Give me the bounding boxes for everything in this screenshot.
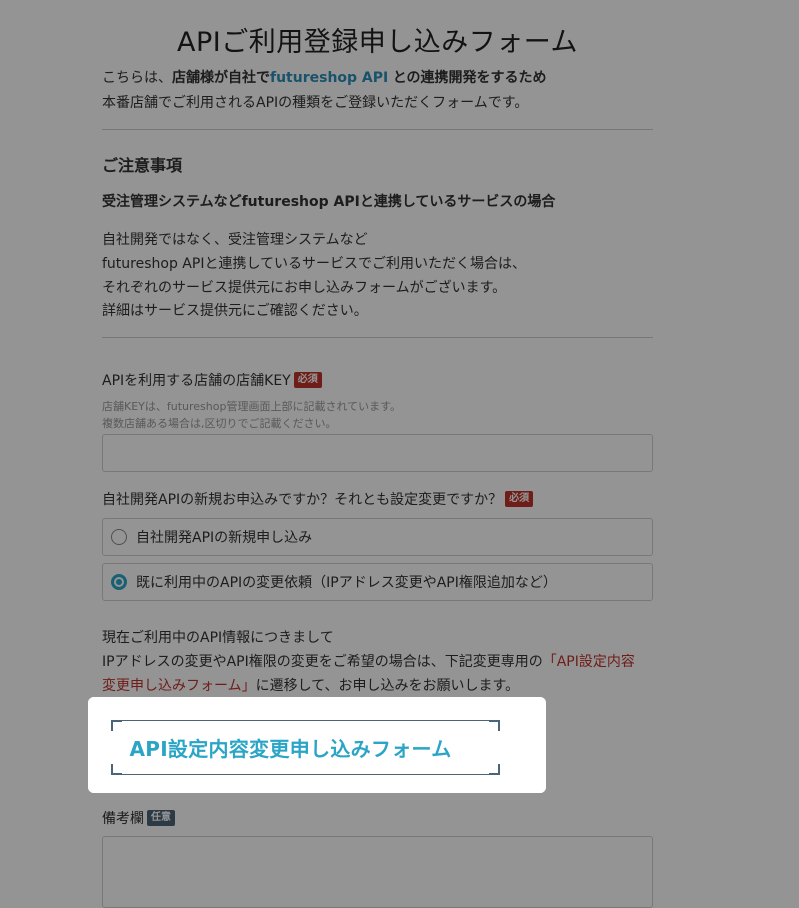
intro-prefix: こちらは、 [102, 70, 172, 86]
radio-label: 既に利用中のAPIの変更依頼（IPアドレス変更やAPI権限追加など） [136, 575, 557, 591]
notice-line: futureshop APIと連携しているサービスでご利用いただく場合は、 [102, 256, 527, 272]
notice-heading: ご注意事項 [102, 156, 183, 175]
store-key-input[interactable] [102, 434, 653, 472]
radio-label: 自社開発APIの新規申し込み [136, 530, 313, 546]
notice-line: 自社開発ではなく、受注管理システムなど [102, 232, 368, 248]
radio-option-new[interactable]: 自社開発APIの新規申し込み [102, 518, 653, 556]
button-border-bottom [120, 774, 491, 775]
remarks-label-text: 備考欄 [102, 811, 144, 827]
button-border-top [120, 720, 491, 721]
radio-button[interactable] [111, 529, 127, 545]
remarks-textarea[interactable] [102, 836, 653, 908]
intro-suffix: との連携開発をするため [392, 70, 547, 86]
notice-subheading: 受注管理システムなどfutureshop APIと連携しているサービスの場合 [102, 194, 556, 210]
info-text: IPアドレスの変更やAPI権限の変更をご希望の場合は、下記変更専用の [102, 654, 543, 670]
intro-bold: 店舗様が自社で [172, 70, 270, 86]
required-badge: 必須 [505, 491, 534, 507]
request-type-label-text: 自社開発APIの新規お申込みですか？それとも設定変更ですか？ [102, 492, 503, 508]
store-key-label-text: APIを利用する店舗の店舗KEY [102, 373, 291, 389]
radio-button-selected[interactable] [111, 574, 127, 590]
store-key-label: APIを利用する店舗の店舗KEY 必須 [102, 370, 322, 390]
page: APIご利用登録申し込みフォーム こちらは、店舗様が自社でfutureshop … [0, 0, 799, 908]
required-badge: 必須 [293, 372, 322, 388]
info-line: 変更申し込みフォーム」に遷移して、お申し込みをお願いします。 [102, 675, 519, 695]
intro-line-1: こちらは、店舗様が自社でfutureshop API との連携開発をするため [102, 67, 547, 87]
info-line: 現在ご利用中のAPI情報につきまして [102, 630, 334, 646]
intro-line-2: 本番店舗でご利用されるAPIの種類をご登録いただくフォームです。 [102, 95, 529, 111]
info-line: IPアドレスの変更やAPI権限の変更をご希望の場合は、下記変更専用の「API設定… [102, 651, 635, 671]
futureshop-api-link[interactable]: futureshop API [270, 70, 388, 86]
divider [102, 337, 653, 338]
change-form-button[interactable]: API設定内容変更申し込みフォーム [111, 720, 500, 775]
corner-mark [489, 720, 500, 731]
remarks-label: 備考欄 任意 [102, 808, 175, 828]
info-text: に遷移して、お申し込みをお願いします。 [255, 678, 520, 694]
notice-line: 詳細はサービス提供元にご確認ください。 [102, 303, 368, 319]
divider [102, 129, 653, 130]
change-form-link[interactable]: 「API設定内容 [543, 654, 635, 670]
corner-mark [111, 720, 122, 731]
request-type-label: 自社開発APIの新規お申込みですか？それとも設定変更ですか？ 必須 [102, 489, 534, 509]
optional-badge: 任意 [147, 810, 175, 826]
change-form-button-label: API設定内容変更申し込みフォーム [129, 737, 452, 761]
page-title: APIご利用登録申し込みフォーム [177, 27, 578, 58]
change-form-link[interactable]: 変更申し込みフォーム」 [102, 678, 256, 694]
notice-line: それぞれのサービス提供元にお申し込みフォームがございます。 [102, 280, 507, 296]
radio-option-change[interactable]: 既に利用中のAPIの変更依頼（IPアドレス変更やAPI権限追加など） [102, 563, 653, 601]
store-key-help: 店舗KEYは、futureshop管理画面上部に記載されています。 [102, 400, 402, 413]
store-key-help: 複数店舗ある場合は,区切りでご記載ください。 [102, 417, 337, 430]
